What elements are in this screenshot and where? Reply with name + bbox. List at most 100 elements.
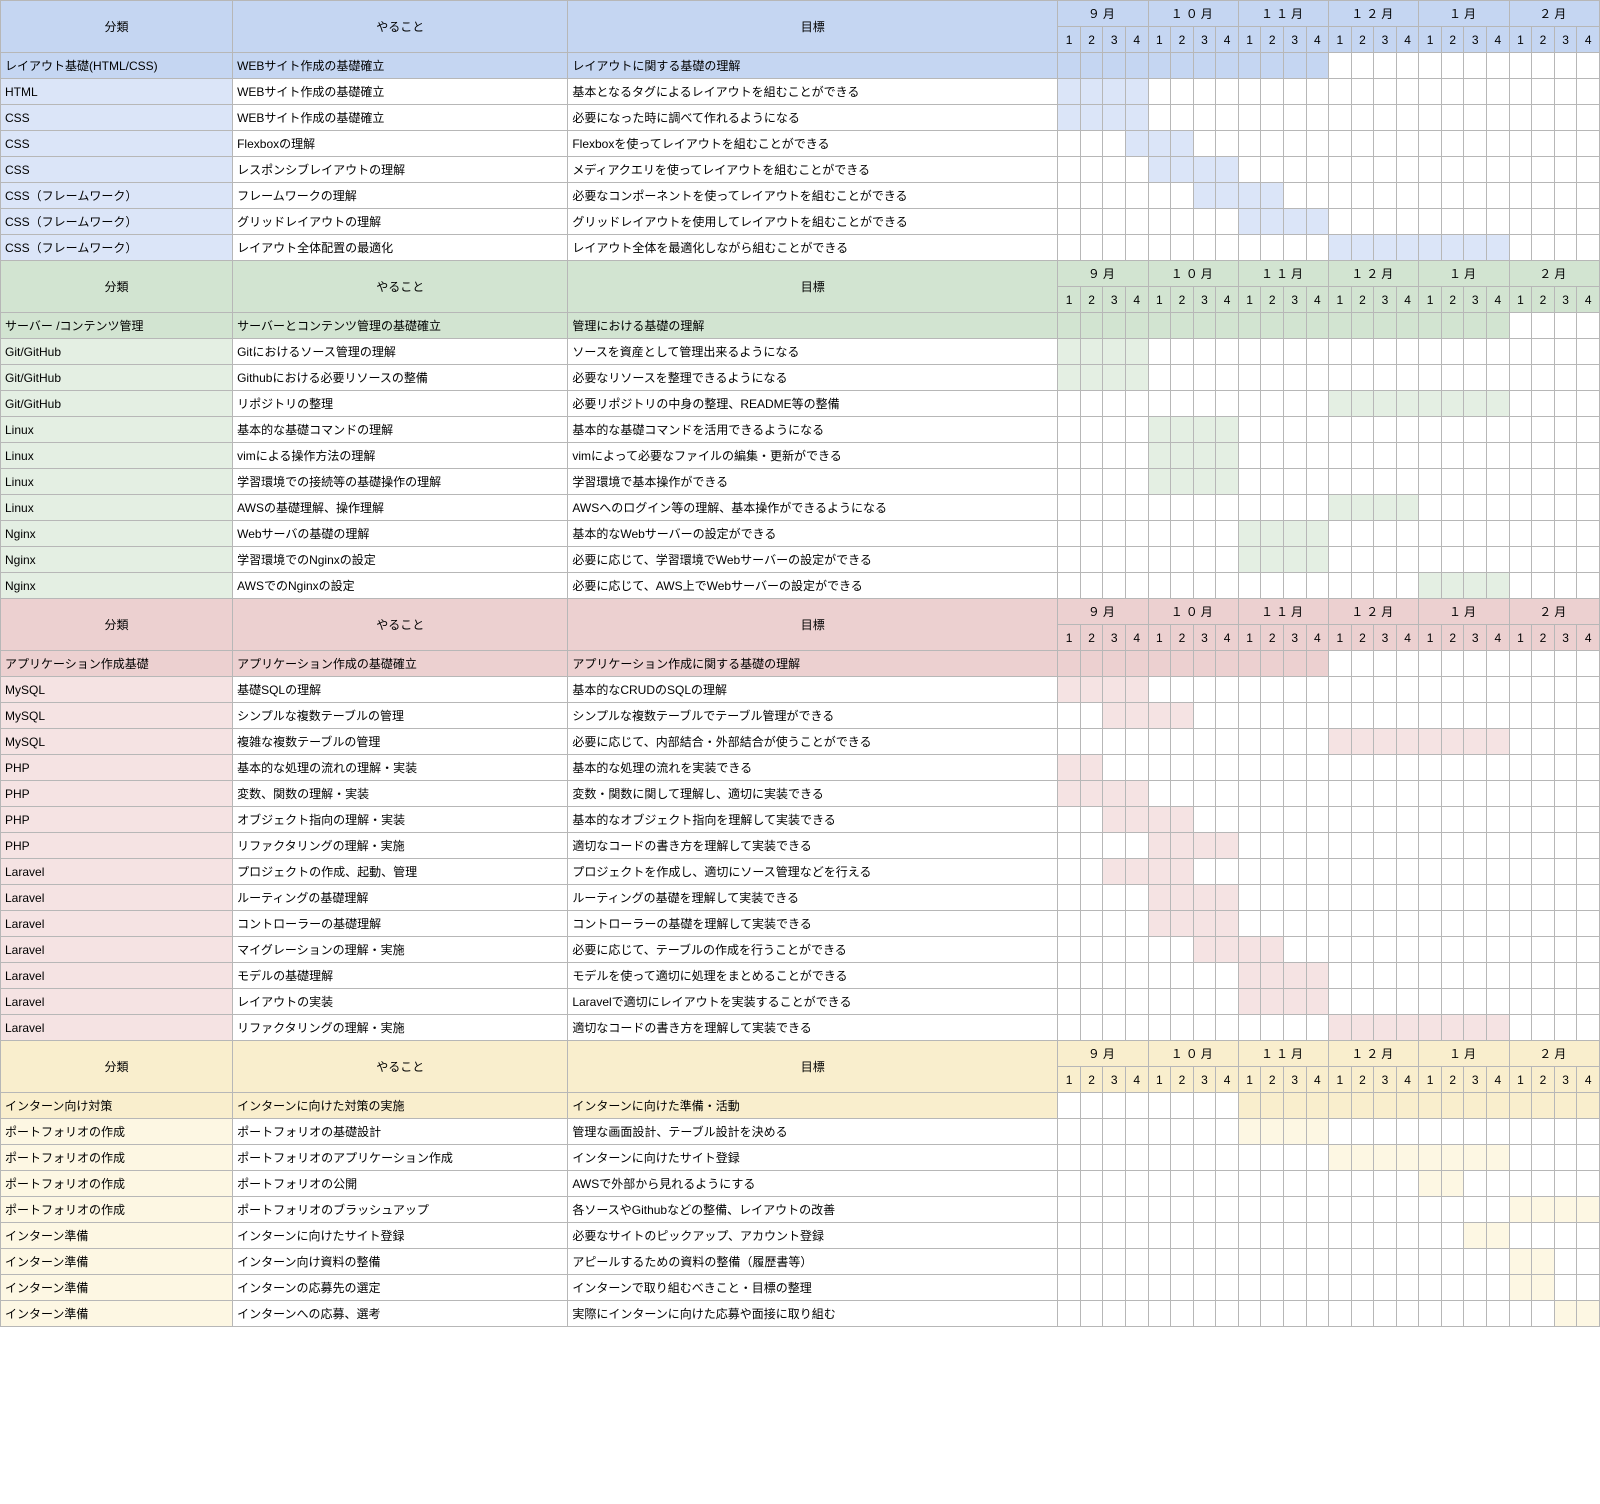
gantt-cell <box>1396 521 1419 547</box>
gantt-cell <box>1374 677 1397 703</box>
header-goal: 目標 <box>568 1041 1058 1093</box>
cell-goal: グリッドレイアウトを使用してレイアウトを組むことができる <box>568 209 1058 235</box>
gantt-cell <box>1441 157 1464 183</box>
gantt-cell <box>1306 469 1329 495</box>
gantt-cell <box>1193 1171 1216 1197</box>
gantt-cell <box>1509 339 1532 365</box>
gantt-cell <box>1080 807 1103 833</box>
header-week: 4 <box>1487 287 1510 313</box>
gantt-cell <box>1419 391 1442 417</box>
gantt-cell <box>1283 989 1306 1015</box>
gantt-cell <box>1351 391 1374 417</box>
gantt-cell <box>1419 885 1442 911</box>
cell-category: Git/GitHub <box>1 365 233 391</box>
table-row: Linux学習環境での接続等の基礎操作の理解学習環境で基本操作ができる <box>1 469 1600 495</box>
gantt-cell <box>1125 1171 1148 1197</box>
gantt-cell <box>1261 963 1284 989</box>
gantt-cell <box>1080 443 1103 469</box>
gantt-cell <box>1396 781 1419 807</box>
gantt-cell <box>1554 807 1577 833</box>
gantt-cell <box>1419 1119 1442 1145</box>
gantt-cell <box>1532 989 1555 1015</box>
gantt-cell <box>1329 1275 1352 1301</box>
gantt-cell <box>1532 79 1555 105</box>
gantt-cell <box>1103 79 1126 105</box>
gantt-cell <box>1148 833 1171 859</box>
gantt-cell <box>1487 885 1510 911</box>
gantt-cell <box>1374 1015 1397 1041</box>
gantt-cell <box>1238 53 1261 79</box>
gantt-cell <box>1103 365 1126 391</box>
gantt-cell <box>1261 937 1284 963</box>
gantt-cell <box>1351 807 1374 833</box>
gantt-cell <box>1509 1119 1532 1145</box>
cell-category: Laravel <box>1 989 233 1015</box>
gantt-cell <box>1532 937 1555 963</box>
gantt-cell <box>1419 1223 1442 1249</box>
gantt-cell <box>1419 1015 1442 1041</box>
gantt-cell <box>1306 677 1329 703</box>
gantt-cell <box>1441 755 1464 781</box>
gantt-cell <box>1261 391 1284 417</box>
gantt-cell <box>1193 209 1216 235</box>
gantt-cell <box>1080 729 1103 755</box>
gantt-cell <box>1193 937 1216 963</box>
gantt-cell <box>1171 833 1194 859</box>
gantt-cell <box>1464 1197 1487 1223</box>
gantt-cell <box>1554 781 1577 807</box>
gantt-cell <box>1238 859 1261 885</box>
gantt-cell <box>1080 79 1103 105</box>
gantt-cell <box>1554 833 1577 859</box>
gantt-cell <box>1464 703 1487 729</box>
gantt-cell <box>1554 677 1577 703</box>
gantt-cell <box>1193 573 1216 599</box>
cell-category: サーバー /コンテンツ管理 <box>1 313 233 339</box>
gantt-cell <box>1509 781 1532 807</box>
gantt-cell <box>1238 807 1261 833</box>
header-week: 1 <box>1058 27 1081 53</box>
cell-task: オブジェクト指向の理解・実装 <box>233 807 568 833</box>
gantt-cell <box>1125 573 1148 599</box>
gantt-cell <box>1554 989 1577 1015</box>
gantt-cell <box>1171 1015 1194 1041</box>
gantt-cell <box>1193 1249 1216 1275</box>
header-category: 分類 <box>1 261 233 313</box>
gantt-cell <box>1351 1119 1374 1145</box>
gantt-cell <box>1148 547 1171 573</box>
gantt-cell <box>1577 755 1600 781</box>
header-week: 1 <box>1509 625 1532 651</box>
gantt-cell <box>1193 651 1216 677</box>
gantt-cell <box>1103 859 1126 885</box>
gantt-cell <box>1216 495 1239 521</box>
gantt-cell <box>1419 209 1442 235</box>
gantt-cell <box>1329 53 1352 79</box>
gantt-cell <box>1058 937 1081 963</box>
gantt-cell <box>1509 651 1532 677</box>
gantt-cell <box>1419 339 1442 365</box>
table-row: Laravelリファクタリングの理解・実施適切なコードの書き方を理解して実装でき… <box>1 1015 1600 1041</box>
gantt-cell <box>1171 885 1194 911</box>
gantt-cell <box>1306 1275 1329 1301</box>
gantt-cell <box>1396 1197 1419 1223</box>
gantt-cell <box>1058 1197 1081 1223</box>
gantt-cell <box>1125 885 1148 911</box>
gantt-cell <box>1080 53 1103 79</box>
gantt-cell <box>1554 469 1577 495</box>
gantt-cell <box>1464 339 1487 365</box>
header-month: １１月 <box>1238 1041 1328 1067</box>
gantt-cell <box>1419 755 1442 781</box>
gantt-cell <box>1487 469 1510 495</box>
gantt-cell <box>1419 521 1442 547</box>
cell-goal: 基本的なWebサーバーの設定ができる <box>568 521 1058 547</box>
gantt-cell <box>1193 235 1216 261</box>
gantt-cell <box>1441 79 1464 105</box>
gantt-cell <box>1238 1275 1261 1301</box>
gantt-cell <box>1329 911 1352 937</box>
gantt-cell <box>1261 313 1284 339</box>
gantt-cell <box>1058 1301 1081 1327</box>
gantt-cell <box>1148 859 1171 885</box>
header-week: 4 <box>1577 625 1600 651</box>
gantt-cell <box>1577 469 1600 495</box>
gantt-cell <box>1103 911 1126 937</box>
gantt-cell <box>1193 833 1216 859</box>
